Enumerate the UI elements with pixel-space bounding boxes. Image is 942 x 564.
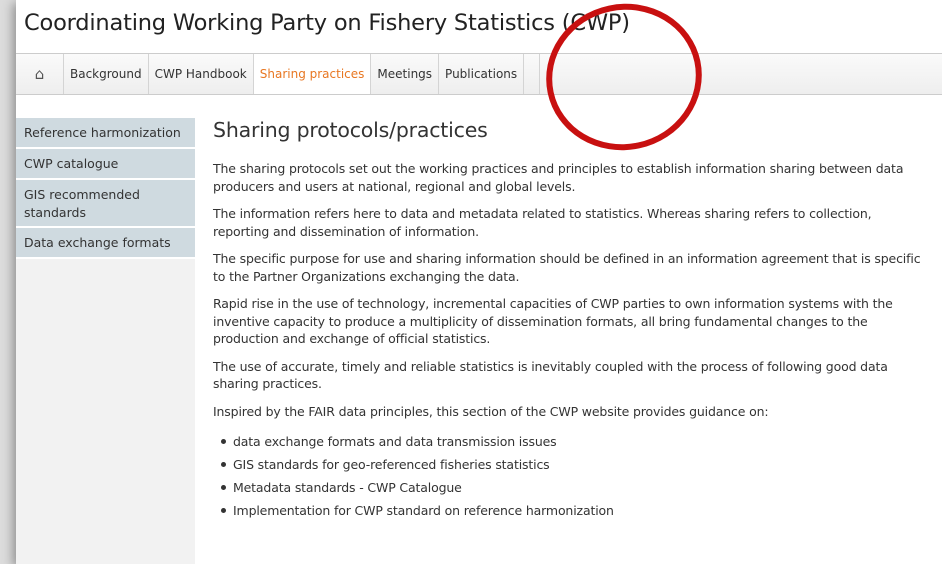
paragraph: Rapid rise in the use of technology, inc… [213,296,893,346]
nav-item-sharing-practices[interactable]: Sharing practices [253,54,372,94]
nav-item-background[interactable]: Background [64,54,149,94]
paragraph: The information refers here to data and … [213,206,872,239]
nav-spacer [524,54,541,94]
nav-home[interactable]: ⌂ [16,54,64,94]
main-content: Sharing protocols/practices The sharing … [213,118,931,522]
list-item: Metadata standards - CWP Catalogue [221,476,931,499]
sidebar-item-cwp-catalogue[interactable]: CWP catalogue [16,149,195,180]
browser-page: Coordinating Working Party on Fishery St… [16,0,942,564]
sidebar-item-gis-recommended-standards[interactable]: GIS recommended standards [16,180,195,228]
main-navigation: ⌂ Background CWP Handbook Sharing practi… [16,53,942,95]
sidebar: Reference harmonization CWP catalogue GI… [16,118,195,564]
site-title: Coordinating Working Party on Fishery St… [24,10,630,36]
nav-item-publications[interactable]: Publications [439,54,525,94]
sidebar-item-reference-harmonization[interactable]: Reference harmonization [16,118,195,149]
paragraph: The use of accurate, timely and reliable… [213,358,888,392]
list-item: Implementation for CWP standard on refer… [221,499,931,522]
paragraph: The sharing protocols set out the workin… [213,161,904,194]
list-item: data exchange formats and data transmiss… [221,430,931,453]
guidance-list: data exchange formats and data transmiss… [213,430,931,522]
nav-item-meetings[interactable]: Meetings [371,54,440,94]
paragraph: The specific purpose for use and sharing… [213,251,921,284]
home-icon: ⌂ [34,65,45,83]
nav-item-cwp-handbook[interactable]: CWP Handbook [149,54,254,94]
sidebar-item-data-exchange-formats[interactable]: Data exchange formats [16,228,195,259]
page-title: Sharing protocols/practices [213,118,488,142]
paragraph: Inspired by the FAIR data principles, th… [213,403,769,419]
list-item: GIS standards for geo-referenced fisheri… [221,453,931,476]
